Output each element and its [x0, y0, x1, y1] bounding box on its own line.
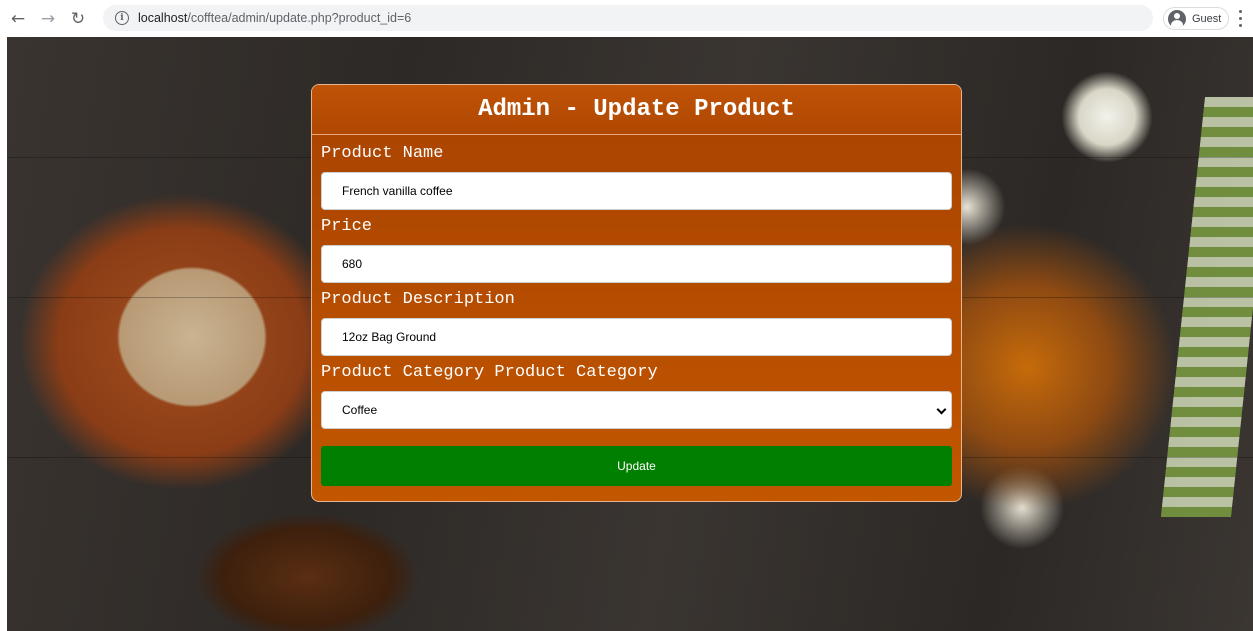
forward-arrow-icon[interactable]: →	[37, 8, 59, 30]
info-icon[interactable]: i	[115, 11, 129, 25]
kebab-menu-icon[interactable]	[1238, 10, 1242, 27]
url-host: localhost	[138, 11, 188, 25]
update-button[interactable]: Update	[321, 446, 952, 486]
background-cloth	[1160, 97, 1253, 517]
reload-icon[interactable]: ↻	[67, 8, 89, 30]
url-text[interactable]: localhost/cofftea/admin/update.php?produ…	[138, 11, 411, 25]
avatar-icon	[1168, 9, 1186, 28]
browser-toolbar: ← → ↻ i localhost/cofftea/admin/update.p…	[0, 0, 1253, 37]
price-label: Price	[321, 217, 373, 236]
form-header: Admin - Update Product	[312, 85, 961, 135]
profile-button[interactable]: Guest	[1163, 7, 1229, 30]
product-description-input[interactable]: 12oz Bag Ground	[321, 318, 952, 356]
page-title: Admin - Update Product	[478, 96, 795, 123]
profile-label: Guest	[1192, 12, 1222, 25]
price-input[interactable]: 680	[321, 245, 952, 283]
update-product-form: Admin - Update Product Product Name Fren…	[311, 84, 962, 502]
product-description-label: Product Description	[321, 290, 515, 309]
product-category-label: Product Category Product Category	[321, 363, 658, 382]
product-category-select[interactable]: Coffee	[321, 391, 952, 429]
product-name-label: Product Name	[321, 144, 444, 163]
back-arrow-icon[interactable]: ←	[7, 8, 29, 30]
product-name-input[interactable]: French vanilla coffee	[321, 172, 952, 210]
url-path: /cofftea/admin/update.php?product_id=6	[187, 11, 412, 25]
chevron-down-icon	[936, 404, 947, 415]
address-bar[interactable]: i localhost/cofftea/admin/update.php?pro…	[103, 5, 1153, 31]
product-category-value: Coffee	[342, 403, 378, 417]
